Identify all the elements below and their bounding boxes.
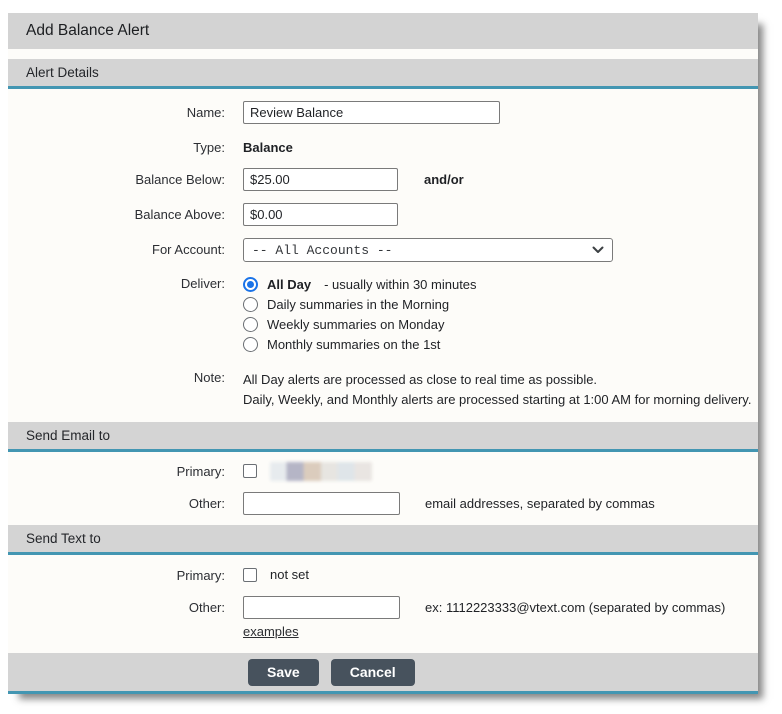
type-row: Type: Balance [8,136,758,155]
note-text: All Day alerts are processed as close to… [243,370,751,410]
section-header-send-email: Send Email to [8,422,758,452]
note-line-1: All Day alerts are processed as close to… [243,372,598,387]
deliver-option-label: All Day [267,276,312,292]
deliver-option-all-day[interactable]: All Day - usually within 30 minutes [243,274,477,294]
text-other-input[interactable] [243,596,400,619]
email-primary-row: Primary: [8,462,758,481]
deliver-option-detail: - usually within 30 minutes [324,276,477,292]
deliver-option-daily[interactable]: Daily summaries in the Morning [243,294,477,314]
section-header-alert-details: Alert Details [8,59,758,89]
email-other-row: Other: email addresses, separated by com… [8,492,758,515]
examples-link[interactable]: examples [243,624,299,639]
name-row: Name: [8,101,758,124]
dialog-titlebar: Add Balance Alert [8,13,758,49]
name-label: Name: [186,105,225,120]
note-row: Note: All Day alerts are processed as cl… [8,370,758,410]
alert-details-body: Name: Type: Balance Balance Below: and/o… [8,89,758,422]
deliver-option-weekly[interactable]: Weekly summaries on Monday [243,314,477,334]
for-account-select[interactable]: -- All Accounts -- [243,238,613,262]
email-other-hint: email addresses, separated by commas [425,496,655,511]
cancel-button[interactable]: Cancel [330,658,415,686]
titlebar-gap [8,49,758,59]
chevron-down-icon [592,246,604,254]
save-button[interactable]: Save [248,658,319,686]
send-text-body: Primary: not set Other: examples ex: 111… [8,555,758,653]
deliver-label: Deliver: [180,276,225,291]
note-label: Note: [193,370,225,385]
add-balance-alert-dialog: Add Balance Alert Alert Details Name: Ty… [8,13,758,694]
deliver-option-label: Weekly summaries on Monday [267,316,445,332]
balance-below-row: Balance Below: and/or [8,168,758,191]
text-other-label: Other: [188,600,225,615]
for-account-selected-option: -- All Accounts -- [252,242,393,258]
type-value: Balance [243,140,293,155]
radio-icon[interactable] [243,316,258,332]
for-account-row: For Account: -- All Accounts -- [8,238,758,262]
primary-email-redacted [270,462,372,481]
deliver-option-monthly[interactable]: Monthly summaries on the 1st [243,334,477,354]
text-other-hint: ex: 1112223333@vtext.com (separated by c… [425,600,726,615]
dialog-buttonbar: Save Cancel [8,653,758,691]
balance-above-label: Balance Above: [134,207,225,222]
email-primary-label: Primary: [176,464,225,479]
section-header-send-text: Send Text to [8,525,758,555]
email-primary-checkbox[interactable] [243,464,257,478]
and-or-text: and/or [424,172,464,187]
balance-above-row: Balance Above: [8,203,758,226]
balance-below-label: Balance Below: [135,172,225,187]
name-input[interactable] [243,101,500,124]
alert-details-heading: Alert Details [26,65,99,80]
send-email-body: Primary: Other: email addresses, separat… [8,452,758,525]
for-account-label: For Account: [152,242,225,257]
deliver-radio-group: All Day - usually within 30 minutes Dail… [243,274,477,354]
balance-above-input[interactable] [243,203,398,226]
email-other-input[interactable] [243,492,400,515]
text-primary-row: Primary: not set [8,566,758,583]
send-email-heading: Send Email to [26,428,111,443]
deliver-option-label: Monthly summaries on the 1st [267,336,441,352]
send-text-heading: Send Text to [26,531,101,546]
radio-selected-icon[interactable] [243,276,258,292]
deliver-option-label: Daily summaries in the Morning [267,296,450,312]
dialog-title: Add Balance Alert [26,22,150,39]
type-label: Type: [193,140,225,155]
note-line-2: Daily, Weekly, and Monthly alerts are pr… [243,392,752,407]
deliver-row: Deliver: All Day - usually within 30 min… [8,274,758,354]
text-primary-label: Primary: [176,568,225,583]
text-primary-checkbox[interactable] [243,568,257,582]
text-other-row: Other: examples ex: 1112223333@vtext.com… [8,596,758,641]
text-primary-value: not set [270,567,310,582]
balance-below-input[interactable] [243,168,398,191]
radio-icon[interactable] [243,336,258,352]
radio-icon[interactable] [243,296,258,312]
email-other-label: Other: [188,496,225,511]
